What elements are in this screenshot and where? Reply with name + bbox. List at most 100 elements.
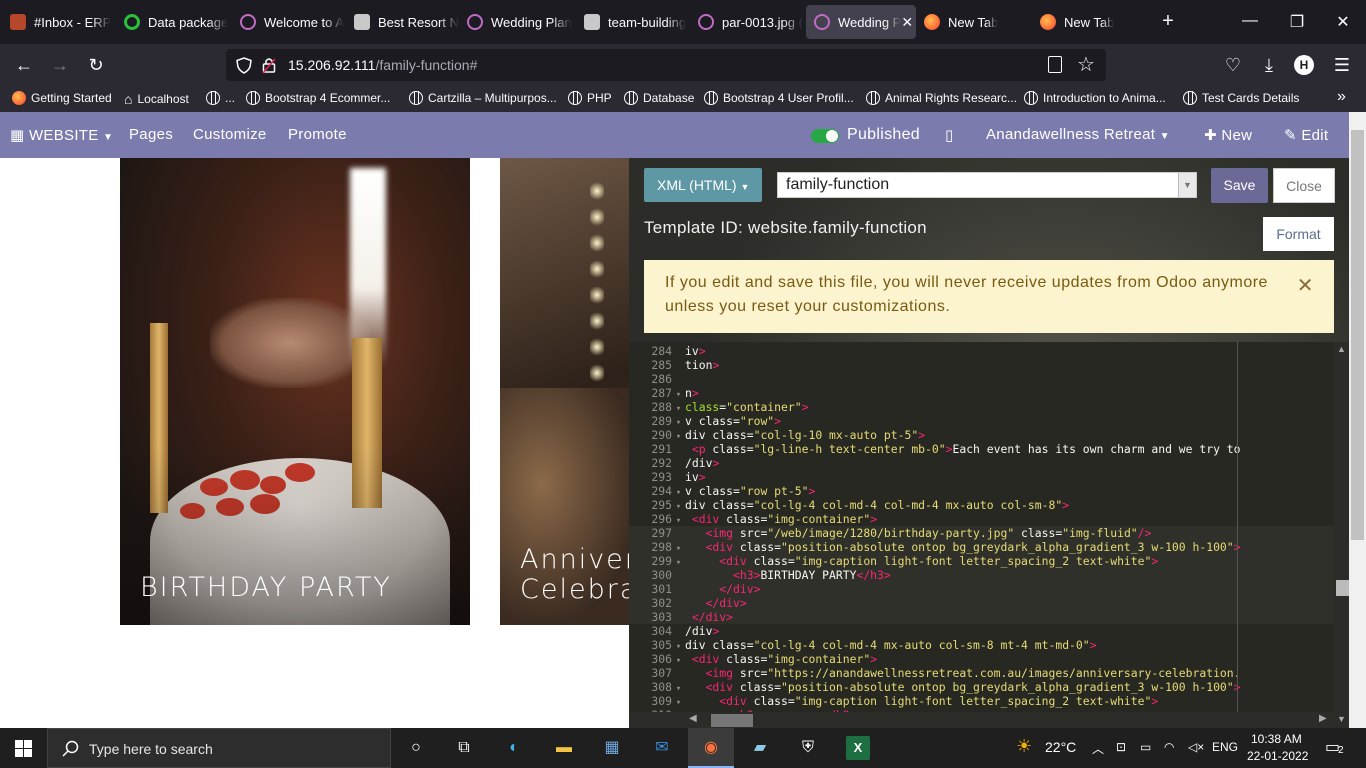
code-line[interactable]: 302 </div>	[629, 596, 1334, 610]
pages-menu[interactable]: Pages	[129, 126, 173, 143]
window-close-button[interactable]: ✕	[1333, 12, 1353, 32]
code-vertical-scrollbar[interactable]: ▲ ▼	[1334, 342, 1349, 728]
scroll-thumb[interactable]	[1336, 580, 1349, 596]
bookmark-item[interactable]: Bootstrap 4 Ecommer...	[246, 91, 390, 105]
code-line[interactable]: 288 ▾ class="container">	[629, 400, 1334, 414]
insecure-lock-icon[interactable]	[262, 56, 276, 74]
reload-icon[interactable]: ↻	[85, 54, 107, 76]
language-indicator[interactable]: ENG	[1212, 740, 1238, 754]
code-line[interactable]: 298 ▾ <div class="position-absolute ontop…	[629, 540, 1334, 554]
code-line[interactable]: 307 <img src="https://anandawellnessretr…	[629, 666, 1334, 680]
wifi-icon[interactable]: ◠	[1164, 740, 1174, 754]
mobile-preview-icon[interactable]: ▯	[945, 126, 954, 144]
address-bar[interactable]: 15.206.92.111/family-function# ☆	[226, 49, 1106, 81]
code-line[interactable]: 285 tion>	[629, 358, 1334, 372]
chevron-down-icon[interactable]: ▼	[1178, 173, 1196, 197]
minimize-button[interactable]: —	[1240, 12, 1260, 30]
cortana-icon[interactable]: ○	[404, 736, 428, 760]
scroll-thumb[interactable]	[711, 714, 753, 727]
volume-icon[interactable]: ◁×	[1188, 740, 1204, 754]
format-button[interactable]: Format	[1263, 217, 1334, 251]
chevron-up-icon[interactable]: ︿	[1092, 740, 1104, 757]
code-line[interactable]: 306 ▾ <div class="img-container">	[629, 652, 1334, 666]
file-explorer-icon[interactable]: ▬	[552, 736, 576, 760]
code-line[interactable]: 292/div>	[629, 456, 1334, 470]
code-line[interactable]: 295 ▾ div class="col-lg-4 col-md-4 col-md-…	[629, 498, 1334, 512]
clock-date[interactable]: 22-01-2022	[1247, 749, 1308, 763]
maximize-button[interactable]: ❐	[1287, 12, 1307, 32]
code-line[interactable]: 291 <p class="lg-line-h text-center mb-0…	[629, 442, 1334, 456]
edit-button[interactable]: ✎ Edit	[1284, 126, 1328, 144]
network-icon[interactable]: ⊡	[1116, 740, 1126, 754]
template-select[interactable]: family-function ▼	[777, 172, 1197, 198]
code-line[interactable]: 309 ▾ <div class="img-caption light-font …	[629, 694, 1334, 708]
new-button[interactable]: ✚ New	[1204, 126, 1252, 144]
bookmark-item[interactable]: Introduction to Anima...	[1024, 91, 1166, 105]
tab-7[interactable]: par-0013.jpg (	[698, 5, 806, 39]
code-line[interactable]: 308 ▾ <div class="position-absolute ontop…	[629, 680, 1334, 694]
shield-icon[interactable]	[236, 57, 252, 74]
tab-10[interactable]: New Tab	[1040, 5, 1150, 39]
tab-3[interactable]: Welcome to A	[240, 5, 345, 39]
anniversary-card[interactable]: Anniver Celebra	[500, 158, 629, 625]
edge-icon[interactable]: ◐	[502, 736, 526, 760]
code-line[interactable]: 304/div>	[629, 624, 1334, 638]
back-icon[interactable]: ←	[13, 54, 35, 76]
bookmark-item[interactable]: Cartzilla – Multipurpos...	[409, 91, 557, 105]
security-icon[interactable]: ⛨	[796, 736, 820, 760]
bookmark-item[interactable]: Animal Rights Researc...	[866, 91, 1017, 105]
tab-8[interactable]: Wedding P ✕	[806, 5, 916, 39]
code-line[interactable]: 284 iv>	[629, 344, 1334, 358]
code-line[interactable]: 290 ▾ div class="col-lg-10 mx-auto pt-5">	[629, 428, 1334, 442]
published-toggle[interactable]	[811, 129, 839, 143]
close-tab-icon[interactable]: ✕	[901, 14, 916, 31]
bookmark-item[interactable]: Test Cards Details	[1183, 91, 1299, 105]
clock-time[interactable]: 10:38 AM	[1251, 732, 1302, 746]
site-switcher[interactable]: Anandawellness Retreat ▼	[986, 126, 1170, 143]
forward-icon[interactable]: →	[49, 54, 71, 76]
account-avatar[interactable]: H	[1294, 55, 1314, 75]
windows-start-icon[interactable]	[15, 740, 32, 757]
bookmark-item[interactable]: ...	[206, 91, 235, 105]
bookmark-item[interactable]: Database	[624, 91, 694, 105]
scroll-right-icon[interactable]: ▶	[1319, 713, 1327, 724]
code-line[interactable]: 297 <img src="/web/image/1280/birthday-p…	[629, 526, 1334, 540]
customize-menu[interactable]: Customize	[193, 126, 267, 143]
battery-icon[interactable]: ▭	[1140, 740, 1151, 754]
code-line[interactable]: 299 ▾ <div class="img-caption light-font …	[629, 554, 1334, 568]
tab-6[interactable]: team-building	[584, 5, 689, 39]
editor-type-dropdown[interactable]: XML (HTML) ▼	[644, 168, 762, 202]
menu-icon[interactable]: ☰	[1331, 54, 1353, 76]
pocket-icon[interactable]: ♡	[1222, 54, 1244, 76]
task-view-icon[interactable]: ⧉	[452, 736, 476, 760]
save-button[interactable]: Save	[1211, 168, 1268, 203]
code-line[interactable]: 305 ▾ div class="col-lg-4 col-md-4 mx-auto…	[629, 638, 1334, 652]
scroll-thumb[interactable]	[1351, 130, 1364, 540]
bookmark-star-icon[interactable]: ☆	[1077, 52, 1095, 77]
code-line[interactable]: 289 ▾ v class="row">	[629, 414, 1334, 428]
bookmark-item[interactable]: Bootstrap 4 User Profil...	[704, 91, 854, 105]
search-input[interactable]: Type here to search	[89, 741, 213, 757]
tab-9[interactable]: New Tab	[924, 5, 1034, 39]
website-menu[interactable]: ▦ WEBSITE ▼	[10, 126, 113, 144]
code-line[interactable]: 286	[629, 372, 1334, 386]
taskbar-search[interactable]: Type here to search	[47, 728, 391, 768]
excel-icon[interactable]: X	[846, 736, 870, 760]
birthday-party-card[interactable]: BIRTHDAY PARTY	[120, 158, 470, 625]
downloads-icon[interactable]: ⤓	[1258, 54, 1280, 76]
code-line[interactable]: 287 ▾ n>	[629, 386, 1334, 400]
tab-4[interactable]: Best Resort N	[354, 5, 462, 39]
code-horizontal-scrollbar[interactable]: ◀ ▶	[629, 712, 1334, 728]
bookmark-item[interactable]: PHP	[568, 91, 612, 105]
scroll-up-icon[interactable]: ▲	[1337, 344, 1346, 354]
page-vertical-scrollbar[interactable]	[1349, 112, 1366, 728]
code-line[interactable]: 301 </div>	[629, 582, 1334, 596]
mail-icon[interactable]: ✉	[650, 736, 674, 760]
tab-5[interactable]: Wedding Plan	[467, 5, 577, 39]
code-line[interactable]: 293 iv>	[629, 470, 1334, 484]
bookmarks-overflow-icon[interactable]: »	[1337, 88, 1346, 106]
notepad-icon[interactable]: ▰	[748, 736, 772, 760]
reader-view-icon[interactable]	[1048, 56, 1062, 73]
bookmark-item[interactable]: Getting Started	[12, 91, 112, 105]
temperature[interactable]: 22°C	[1045, 739, 1076, 755]
